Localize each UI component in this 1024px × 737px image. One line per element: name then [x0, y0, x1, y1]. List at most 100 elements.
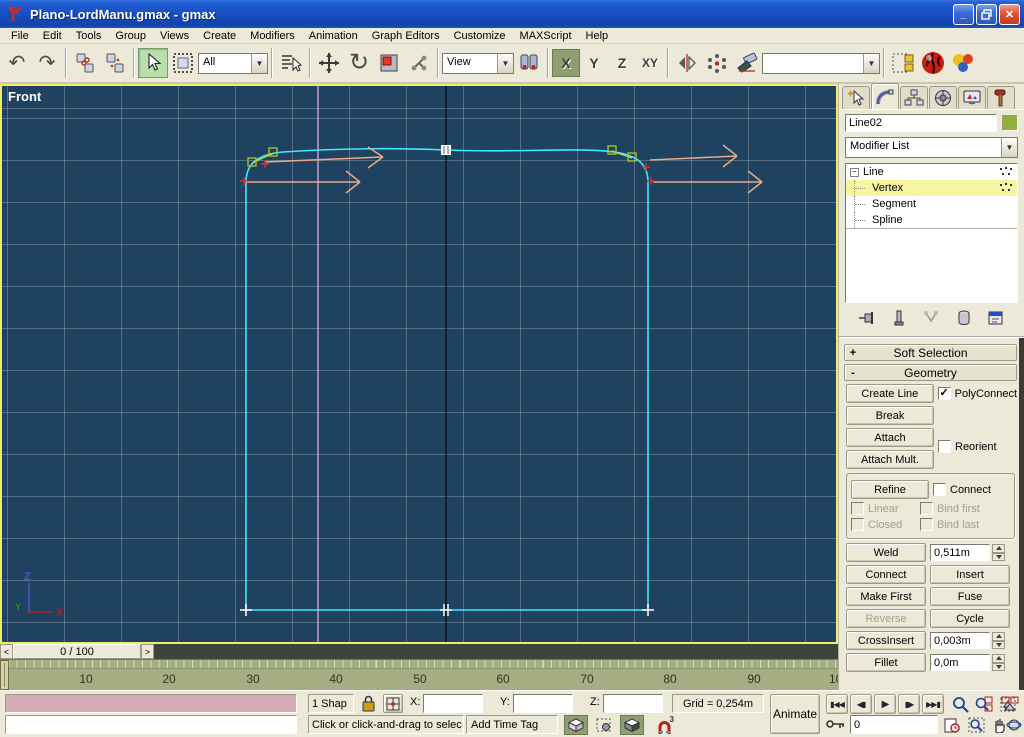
hatched-cube-toggle[interactable] [620, 715, 644, 735]
add-time-tag[interactable]: Add Time Tag [466, 715, 558, 734]
create-line-button[interactable]: Create Line [846, 384, 934, 403]
cycle-button[interactable]: Cycle [930, 609, 1010, 628]
connect-button[interactable]: Connect [846, 565, 926, 584]
menu-views[interactable]: Views [153, 29, 196, 43]
viewport-label[interactable]: Front [8, 89, 41, 104]
tab-display[interactable] [958, 86, 986, 109]
adaptive-degradation-toggle[interactable] [564, 715, 588, 735]
select-by-name-button[interactable] [276, 48, 306, 78]
weld-button[interactable]: Weld [846, 543, 926, 562]
restrict-y-button[interactable]: Y [580, 49, 608, 77]
time-slider-next-button[interactable]: > [141, 644, 154, 659]
configure-modifier-sets-icon[interactable] [988, 310, 1005, 326]
play-button[interactable]: ▶ [874, 694, 896, 714]
fillet-input[interactable]: 0,0m [930, 654, 990, 671]
rollout-geometry[interactable]: - Geometry [844, 364, 1017, 381]
time-slider-prev-button[interactable]: < [0, 644, 13, 659]
tab-create[interactable] [842, 86, 870, 109]
open-track-view-button[interactable] [888, 48, 918, 78]
select-and-rotate-button[interactable]: ↻ [344, 48, 374, 78]
dotted-sphere-toggle[interactable] [592, 715, 616, 735]
fillet-button[interactable]: Fillet [846, 653, 926, 672]
zoom-all-button[interactable] [972, 694, 996, 714]
go-to-start-button[interactable]: ▮◀◀ [826, 694, 848, 714]
minimize-button[interactable]: _ [953, 4, 974, 25]
stack-item-spline[interactable]: Spline [846, 212, 1017, 228]
modifier-list-dropdown[interactable]: Modifier List ▼ [845, 137, 1018, 158]
selected-vertex-marker[interactable] [441, 145, 451, 155]
attach-mult-button[interactable]: Attach Mult. [846, 450, 934, 469]
line02-spline[interactable] [246, 149, 648, 610]
spinner-down-button[interactable] [992, 641, 1005, 650]
crossinsert-button[interactable]: CrossInsert [846, 631, 926, 650]
region-zoom-button[interactable] [964, 715, 988, 735]
time-configuration-button[interactable] [940, 715, 964, 735]
select-and-link-button[interactable] [70, 48, 100, 78]
reference-coordinate-dropdown[interactable]: View ▼ [442, 53, 514, 74]
undo-button[interactable]: ↶ [2, 48, 32, 78]
front-viewport[interactable]: Front [0, 84, 838, 644]
menu-file[interactable]: File [4, 29, 36, 43]
absolute-mode-button[interactable] [383, 694, 403, 713]
crossinsert-input[interactable]: 0,003m [930, 632, 990, 649]
mirror-button[interactable] [672, 48, 702, 78]
menu-animation[interactable]: Animation [302, 29, 365, 43]
selection-lock-icon[interactable] [362, 695, 375, 712]
restrict-xy-plane-button[interactable]: XY [636, 49, 664, 77]
close-button[interactable]: ✕ [999, 4, 1020, 25]
menu-graph-editors[interactable]: Graph Editors [365, 29, 447, 43]
render-button[interactable] [948, 48, 978, 78]
array-button[interactable] [702, 48, 732, 78]
go-to-end-button[interactable]: ▶▶▮ [922, 694, 944, 714]
select-object-button[interactable] [138, 48, 168, 78]
named-selection-sets-dropdown[interactable]: ▼ [762, 53, 880, 74]
select-and-manipulate-button[interactable] [404, 48, 434, 78]
track-bar-handle[interactable] [0, 660, 9, 690]
spinner-up-button[interactable] [992, 654, 1005, 663]
spinner-down-button[interactable] [992, 663, 1005, 672]
zoom-extents-all-button[interactable] [1000, 694, 1020, 714]
tab-utilities[interactable] [987, 86, 1015, 109]
next-frame-button[interactable]: ▮▶ [898, 694, 920, 714]
refine-button[interactable]: Refine [851, 480, 929, 499]
z-coordinate-input[interactable] [603, 694, 663, 713]
show-end-result-icon[interactable] [893, 310, 905, 326]
align-button[interactable] [732, 48, 762, 78]
collapse-icon[interactable]: − [850, 168, 859, 177]
material-editor-button[interactable] [918, 48, 948, 78]
menu-tools[interactable]: Tools [69, 29, 109, 43]
time-slider-value[interactable]: 0 / 100 [13, 644, 141, 659]
break-button[interactable]: Break [846, 406, 934, 425]
stack-item-line[interactable]: − Line [846, 164, 1017, 180]
tab-modify[interactable] [871, 83, 899, 109]
tab-motion[interactable] [929, 86, 957, 109]
object-color-swatch[interactable] [1002, 115, 1018, 131]
x-coordinate-input[interactable] [423, 694, 483, 713]
object-name-input[interactable]: Line02 [845, 114, 997, 132]
tab-hierarchy[interactable] [900, 86, 928, 109]
current-frame-input[interactable]: 0 [850, 715, 938, 734]
select-and-scale-button[interactable] [374, 48, 404, 78]
pin-stack-icon[interactable] [858, 310, 876, 326]
attach-button[interactable]: Attach [846, 428, 934, 447]
animate-button[interactable]: Animate [770, 694, 820, 734]
spinner-up-button[interactable] [992, 544, 1005, 553]
keyboard-shortcut-key-icon[interactable] [826, 718, 846, 731]
restrict-x-button[interactable]: X [552, 49, 580, 77]
insert-button[interactable]: Insert [930, 565, 1010, 584]
spinner-down-button[interactable] [992, 553, 1005, 562]
weld-threshold-input[interactable]: 0,511m [930, 544, 990, 561]
maxscript-listener-line[interactable] [5, 694, 297, 713]
snap-toggle-3d[interactable]: 3 [652, 715, 676, 735]
y-coordinate-input[interactable] [513, 694, 573, 713]
fuse-button[interactable]: Fuse [930, 587, 1010, 606]
stack-item-vertex[interactable]: Vertex [846, 180, 1017, 196]
menu-group[interactable]: Group [108, 29, 153, 43]
make-first-button[interactable]: Make First [846, 587, 926, 606]
connect-checkbox[interactable] [933, 483, 946, 496]
menu-customize[interactable]: Customize [447, 29, 513, 43]
restore-button[interactable] [976, 4, 997, 25]
rectangular-selection-region-button[interactable] [168, 48, 198, 78]
previous-frame-button[interactable]: ◀▮ [850, 694, 872, 714]
use-pivot-point-center-button[interactable] [514, 48, 544, 78]
